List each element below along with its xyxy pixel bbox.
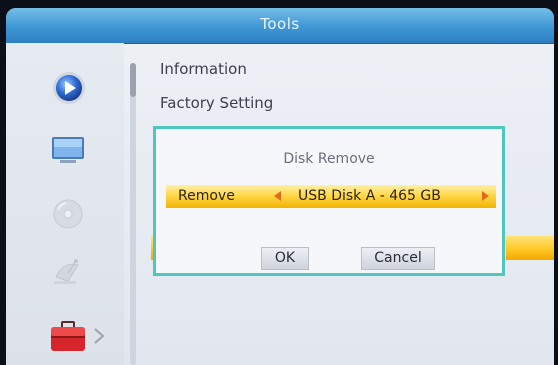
menu-scrollbar[interactable] — [130, 63, 136, 365]
scrollbar-thumb[interactable] — [130, 63, 136, 97]
ok-button[interactable]: OK — [261, 247, 309, 270]
tv-screen: Tools Information Factory Setting Disk R… — [6, 8, 554, 365]
cancel-button[interactable]: Cancel — [361, 247, 435, 270]
remove-value: USB Disk A - 465 GB — [298, 188, 441, 204]
arrow-left-icon[interactable] — [274, 191, 281, 201]
page-title: Tools — [260, 15, 300, 33]
disc-icon[interactable] — [52, 198, 84, 230]
remove-label: Remove — [178, 188, 235, 204]
arrow-right-icon[interactable] — [482, 191, 489, 201]
remove-selector[interactable]: Remove USB Disk A - 465 GB — [166, 185, 496, 208]
dialog-title: Disk Remove — [283, 151, 375, 167]
tv-screen-icon[interactable] — [50, 135, 86, 165]
play-icon[interactable] — [52, 71, 86, 105]
chevron-right-icon — [92, 327, 106, 345]
toolbox-icon[interactable] — [48, 319, 88, 353]
satellite-dish-icon[interactable] — [50, 255, 86, 287]
sidebar — [6, 43, 124, 365]
menu-highlight-right-edge — [506, 236, 554, 260]
menu-item-factory-setting[interactable]: Factory Setting — [160, 94, 273, 112]
disk-remove-dialog: Disk Remove Remove USB Disk A - 465 GB O… — [153, 126, 505, 276]
menu-item-information[interactable]: Information — [160, 60, 247, 78]
title-bar: Tools — [6, 8, 554, 44]
